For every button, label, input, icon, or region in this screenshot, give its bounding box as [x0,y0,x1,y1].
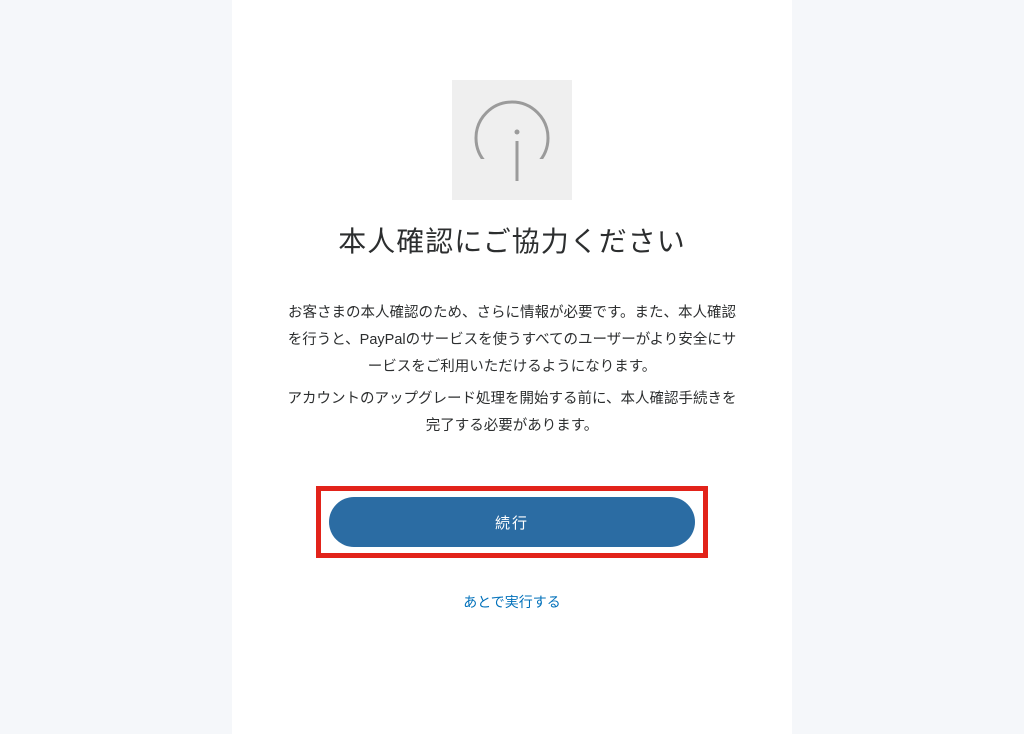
info-icon [469,97,555,183]
description-paragraph-2: アカウントのアップグレード処理を開始する前に、本人確認手続きを完了する必要があり… [282,386,742,440]
description-paragraph-1: お客さまの本人確認のため、さらに情報が必要です。また、本人確認を行うと、PayP… [282,300,742,380]
verification-card: 本人確認にご協力ください お客さまの本人確認のため、さらに情報が必要です。また、… [232,0,792,734]
info-icon-box [452,80,572,200]
continue-button[interactable]: 続行 [329,497,695,547]
later-link[interactable]: あとで実行する [463,592,561,612]
page-title: 本人確認にご協力ください [338,220,685,260]
body-text-area: お客さまの本人確認のため、さらに情報が必要です。また、本人確認を行うと、PayP… [280,300,744,446]
continue-button-highlight: 続行 [316,486,708,558]
